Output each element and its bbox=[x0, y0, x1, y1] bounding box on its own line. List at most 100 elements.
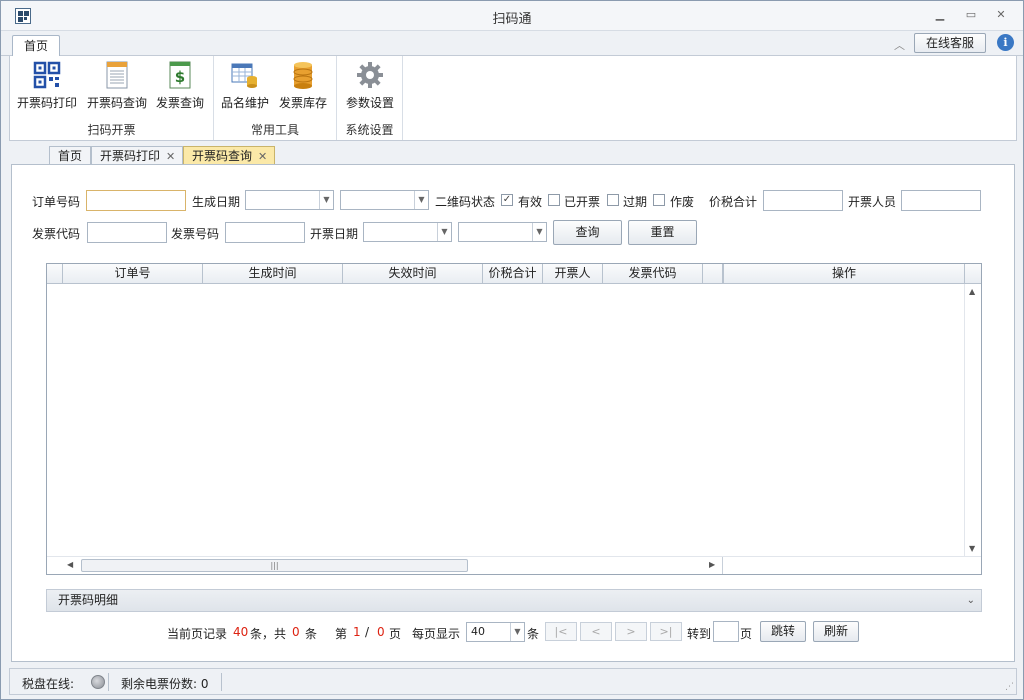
online-service-button[interactable]: 在线客服 bbox=[914, 33, 986, 53]
scroll-right-icon[interactable]: ▶ bbox=[709, 560, 715, 569]
column-header[interactable] bbox=[703, 264, 723, 284]
last-page-button[interactable]: >| bbox=[650, 622, 682, 641]
scroll-down-icon[interactable]: ▼ bbox=[969, 544, 975, 553]
qr-code-icon bbox=[32, 60, 62, 90]
jump-button[interactable]: 跳转 bbox=[760, 621, 806, 642]
chevron-down-icon[interactable]: ▼ bbox=[319, 191, 333, 209]
chevron-down-icon[interactable]: ▼ bbox=[510, 623, 524, 641]
chevron-down-icon[interactable]: ⌄ bbox=[967, 590, 975, 611]
issuer-input[interactable] bbox=[901, 190, 981, 211]
divider bbox=[221, 673, 222, 691]
doc-tab-print-code-label: 开票码打印 bbox=[100, 149, 161, 163]
doc-tab-print-code[interactable]: 开票码打印 ✕ bbox=[91, 146, 183, 165]
prev-page-button[interactable]: < bbox=[580, 622, 612, 641]
invoice-query-button[interactable]: $ 发票查询 bbox=[155, 60, 205, 111]
current-page: 1 bbox=[353, 625, 361, 639]
gen-date-label: 生成日期 bbox=[192, 195, 241, 209]
issue-date-label: 开票日期 bbox=[310, 227, 359, 241]
refresh-button[interactable]: 刷新 bbox=[813, 621, 859, 642]
scroll-left-icon[interactable]: ◀ bbox=[67, 560, 73, 569]
tiao2-label: 条 bbox=[527, 627, 540, 641]
print-invoice-code-button[interactable]: 开票码打印 bbox=[16, 60, 78, 111]
minimize-button[interactable]: ▁ bbox=[933, 9, 947, 21]
order-no-input[interactable] bbox=[86, 190, 186, 211]
vertical-scrollbar[interactable]: ▲ ▼ bbox=[964, 284, 981, 556]
goto-page-input[interactable] bbox=[713, 621, 739, 642]
pagination-bar: 当前页记录 40 条，共 0 条 第 1 / 0 页 每页显示 40 ▼ 条 |… bbox=[12, 621, 1016, 643]
issued-checkbox[interactable] bbox=[548, 194, 560, 206]
status-bar: 税盘在线: 剩余电票份数: 0 ⋰ bbox=[9, 668, 1017, 695]
reset-button[interactable]: 重置 bbox=[628, 220, 697, 245]
void-checkbox[interactable] bbox=[653, 194, 665, 206]
invoice-no-input[interactable] bbox=[225, 222, 305, 243]
query-invoice-code-button[interactable]: 开票码查询 bbox=[86, 60, 148, 111]
per-page-value: 40 bbox=[471, 625, 485, 638]
doc-tab-query-code[interactable]: 开票码查询 ✕ bbox=[183, 146, 275, 165]
close-tab-icon[interactable]: ✕ bbox=[258, 150, 267, 163]
disk-online-label: 税盘在线: bbox=[22, 677, 75, 691]
column-header[interactable]: 操作 bbox=[723, 264, 965, 284]
doc-tab-home[interactable]: 首页 bbox=[49, 146, 91, 165]
chevron-down-icon[interactable]: ▼ bbox=[414, 191, 428, 209]
chevron-down-icon[interactable]: ▼ bbox=[437, 223, 451, 241]
close-tab-icon[interactable]: ✕ bbox=[166, 150, 175, 163]
gen-date-end-picker[interactable]: ▼ bbox=[340, 190, 429, 210]
column-header[interactable]: 发票代码 bbox=[603, 264, 703, 284]
per-page-select[interactable]: 40 ▼ bbox=[466, 622, 525, 642]
parameter-settings-button[interactable]: 参数设置 bbox=[344, 60, 396, 111]
scroll-up-icon[interactable]: ▲ bbox=[969, 287, 975, 296]
detail-section-header[interactable]: 开票码明细 ⌄ bbox=[46, 589, 982, 612]
invoice-no-label: 发票号码 bbox=[171, 227, 220, 241]
invoice-code-table: 订单号 生成时间 失效时间 价税合计 开票人 发票代码 操作 ▲ ▼ ◀ |||… bbox=[46, 263, 982, 575]
info-icon[interactable]: i bbox=[997, 34, 1014, 51]
void-label: 作废 bbox=[670, 195, 695, 209]
document-list-icon bbox=[102, 60, 132, 90]
maximize-button[interactable]: ▭ bbox=[964, 9, 978, 21]
divider bbox=[722, 557, 723, 574]
expired-checkbox[interactable] bbox=[607, 194, 619, 206]
ribbon-tab-home[interactable]: 首页 bbox=[12, 35, 61, 57]
column-header[interactable]: 订单号 bbox=[63, 264, 203, 284]
collapse-ribbon-icon[interactable]: ︿ bbox=[894, 37, 905, 53]
per-page-label: 每页显示 bbox=[412, 627, 461, 641]
issue-date-start-picker[interactable]: ▼ bbox=[363, 222, 452, 242]
resize-grip-icon[interactable]: ⋰ bbox=[1005, 682, 1014, 692]
qr-status-label: 二维码状态 bbox=[435, 195, 496, 209]
product-name-maintenance-button[interactable]: 品名维护 bbox=[220, 60, 270, 111]
next-page-button[interactable]: > bbox=[615, 622, 647, 641]
column-header[interactable]: 价税合计 bbox=[483, 264, 543, 284]
remaining-invoices-label: 剩余电票份数: 0 bbox=[121, 677, 209, 691]
order-no-label: 订单号码 bbox=[32, 195, 81, 209]
valid-checkbox[interactable]: ✓ bbox=[501, 194, 513, 206]
divider bbox=[108, 673, 109, 691]
print-invoice-code-label: 开票码打印 bbox=[16, 96, 77, 110]
horizontal-scrollbar[interactable]: ◀ ||| ▶ bbox=[47, 556, 981, 574]
invoice-code-input[interactable] bbox=[87, 222, 167, 243]
ribbon-panel: 开票码打印 开票码查询 $ 发票查询 扫码开票 品名维护 发票库存 常用工具 参… bbox=[9, 56, 1017, 141]
query-panel: 订单号码 生成日期 ▼ ▼ 二维码状态 ✓ 有效 已开票 过期 作废 价税合计 … bbox=[11, 164, 1015, 662]
gen-date-start-picker[interactable]: ▼ bbox=[245, 190, 334, 210]
doc-tab-query-code-label: 开票码查询 bbox=[192, 149, 253, 163]
close-button[interactable]: ✕ bbox=[994, 9, 1008, 21]
column-header[interactable]: 失效时间 bbox=[343, 264, 483, 284]
group-label-common-tools: 常用工具 bbox=[250, 123, 299, 137]
query-invoice-code-label: 开票码查询 bbox=[86, 96, 147, 110]
gear-icon bbox=[355, 60, 385, 90]
chevron-down-icon[interactable]: ▼ bbox=[532, 223, 546, 241]
tiao-label: 条 bbox=[305, 627, 318, 641]
title-bar: 扫码通 ▁ ▭ ✕ bbox=[1, 1, 1023, 31]
total-tax-input[interactable] bbox=[763, 190, 843, 211]
first-page-button[interactable]: |< bbox=[545, 622, 577, 641]
total-label: 条，共 bbox=[250, 627, 287, 641]
scroll-thumb[interactable]: ||| bbox=[81, 559, 468, 572]
column-header[interactable]: 开票人 bbox=[543, 264, 603, 284]
query-button[interactable]: 查询 bbox=[553, 220, 622, 245]
current-records-prefix: 当前页记录 bbox=[167, 627, 228, 641]
group-scan-invoice: 开票码打印 开票码查询 $ 发票查询 扫码开票 bbox=[10, 56, 214, 140]
ye2-label: 页 bbox=[740, 627, 753, 641]
column-header[interactable]: 生成时间 bbox=[203, 264, 343, 284]
invoice-inventory-button[interactable]: 发票库存 bbox=[278, 60, 328, 111]
issue-date-end-picker[interactable]: ▼ bbox=[458, 222, 547, 242]
product-name-maintenance-label: 品名维护 bbox=[220, 96, 269, 110]
ribbon-tab-bar: 首页 ︿ 在线客服 i bbox=[1, 31, 1023, 57]
